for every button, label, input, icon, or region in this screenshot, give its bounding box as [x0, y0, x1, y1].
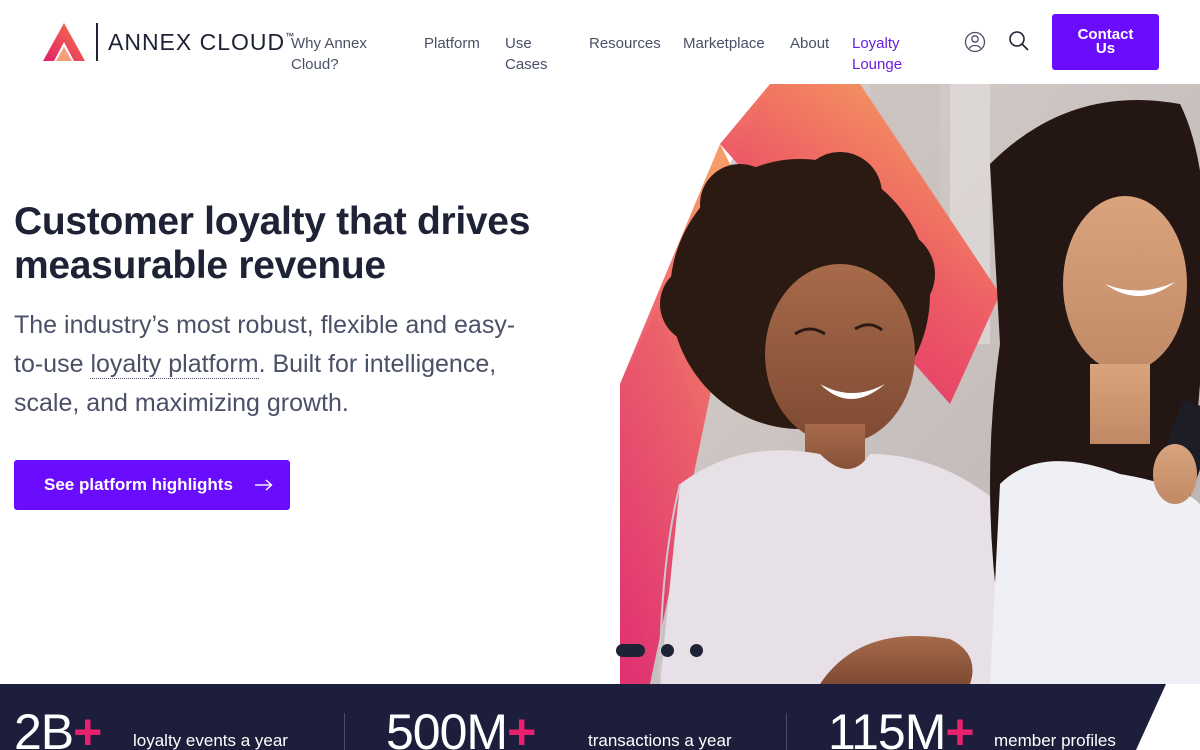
hero-subtitle: The industry’s most robust, flexible and… — [14, 306, 534, 423]
hero-title-line: measurable revenue — [14, 244, 386, 287]
search-icon[interactable] — [1008, 30, 1030, 52]
carousel-dot-3[interactable] — [690, 644, 703, 657]
nav-use-cases[interactable]: Use Cases — [505, 33, 548, 75]
brand-logo[interactable]: ANNEX CLOUD™ — [42, 22, 295, 62]
nav-about[interactable]: About — [790, 33, 829, 54]
nav-marketplace[interactable]: Marketplace — [683, 33, 765, 54]
annex-cloud-logo-icon — [43, 23, 85, 61]
stat-value: 500M+ — [386, 704, 536, 750]
contact-label: Us — [1095, 40, 1116, 57]
nav-label: Lounge — [852, 56, 903, 73]
arrow-right-icon — [254, 479, 273, 491]
nav-label: Loyalty — [852, 35, 900, 52]
nav-label: Platform — [424, 35, 480, 52]
nav-label: Use — [505, 35, 532, 52]
nav-label: Resources — [589, 35, 661, 52]
stat-divider — [786, 713, 787, 750]
carousel-dots — [616, 644, 719, 657]
nav-label: Why Annex — [291, 35, 367, 52]
contact-us-button[interactable]: Contact Us — [1052, 14, 1159, 70]
stat-value: 2B+ — [14, 704, 102, 750]
nav-label: Marketplace — [683, 35, 765, 52]
stats-bar: 2B+ loyalty events a year 500M+ transact… — [0, 684, 1200, 750]
hero-title: Customer loyalty that drives measurable … — [14, 200, 574, 288]
site-header: ANNEX CLOUD™ Why Annex Cloud? Platform U… — [0, 0, 1200, 84]
hero-image — [620, 84, 1200, 684]
nav-resources[interactable]: Resources — [589, 33, 661, 54]
stat-label: transactions a year — [588, 731, 732, 750]
nav-loyalty-lounge[interactable]: Loyalty Lounge — [852, 33, 902, 75]
nav-label: Cloud? — [291, 56, 339, 73]
nav-label: Cases — [505, 56, 548, 73]
carousel-dot-2[interactable] — [661, 644, 674, 657]
nav-platform[interactable]: Platform — [424, 33, 480, 54]
stat-value: 115M+ — [828, 704, 975, 750]
brand-name: ANNEX CLOUD™ — [108, 28, 296, 55]
logo-divider — [96, 23, 98, 61]
hero-title-line: Customer loyalty that drives — [14, 200, 531, 243]
user-icon[interactable] — [964, 31, 986, 53]
loyalty-platform-link[interactable]: loyalty platform — [90, 350, 259, 379]
stat-divider — [344, 713, 345, 750]
stat-label: loyalty events a year — [133, 731, 288, 750]
stat-label: member profiles — [994, 731, 1116, 750]
carousel-dot-1[interactable] — [616, 644, 645, 657]
see-platform-highlights-button[interactable]: See platform highlights — [14, 460, 290, 510]
cta-label: See platform highlights — [44, 475, 233, 494]
hero-photo-illustration — [620, 84, 1200, 684]
nav-label: About — [790, 35, 830, 52]
nav-why-annex-cloud[interactable]: Why Annex Cloud? — [291, 33, 367, 75]
stats-corner-accent — [1136, 684, 1200, 750]
